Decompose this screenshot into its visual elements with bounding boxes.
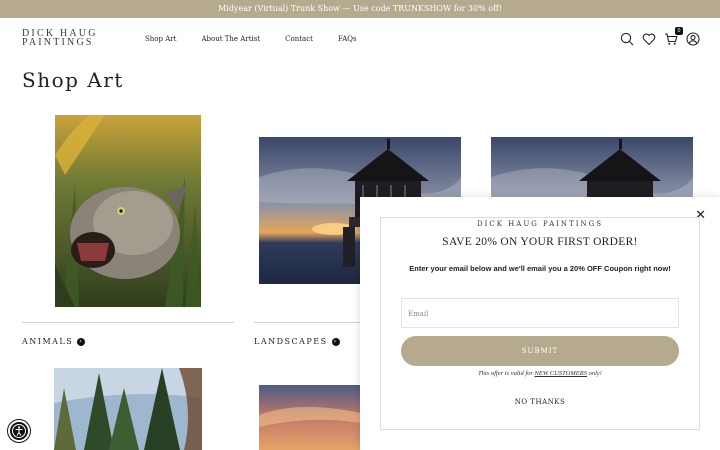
header-icons: 0 — [620, 27, 700, 46]
new-customers-link[interactable]: NEW CUSTOMERS — [535, 370, 587, 377]
fine-print-prefix: This offer is valid for — [478, 370, 535, 377]
category-divider — [22, 322, 234, 323]
main-nav: Shop Art About The Artist Contact FAQs — [145, 35, 382, 43]
category-landscapes[interactable]: LANDSCAPES › — [254, 337, 340, 346]
category-landscapes-label: LANDSCAPES — [254, 337, 328, 346]
arrow-right-icon: › — [77, 337, 86, 346]
site-logo[interactable]: DICK HAUG PAINTINGS — [22, 29, 98, 48]
logo-line-2: PAINTINGS — [22, 37, 94, 48]
arrow-right-icon: › — [331, 337, 340, 346]
painting-cougar[interactable] — [55, 115, 201, 307]
site-header: DICK HAUG PAINTINGS Shop Art About The A… — [0, 18, 720, 62]
nav-about-the-artist[interactable]: About The Artist — [201, 35, 260, 43]
search-icon[interactable] — [620, 32, 634, 46]
cart-icon[interactable]: 0 — [664, 27, 683, 46]
nav-faqs[interactable]: FAQs — [338, 35, 357, 43]
popup-body: Enter your email below and we'll email y… — [409, 264, 671, 273]
email-field[interactable]: Email — [401, 298, 679, 328]
submit-button[interactable]: SUBMIT — [401, 336, 679, 366]
category-animals-label: ANIMALS — [22, 337, 74, 346]
announcement-bar: Midyear (Virtual) Trunk Show — Use code … — [0, 0, 720, 18]
popup-brand: DICK HAUG PAINTINGS — [468, 220, 612, 228]
accessibility-icon[interactable] — [8, 420, 30, 442]
cart-count-badge: 0 — [675, 27, 683, 35]
fine-print-suffix: only! — [586, 370, 602, 377]
painting-lighthouse-2[interactable] — [491, 137, 693, 197]
account-icon[interactable] — [686, 32, 700, 46]
painting-forest[interactable] — [54, 368, 202, 450]
painting-sunset[interactable] — [259, 385, 361, 450]
page-title: Shop Art — [22, 68, 124, 92]
nav-shop-art[interactable]: Shop Art — [145, 35, 176, 43]
no-thanks-button[interactable]: NO THANKS — [381, 398, 699, 406]
category-divider — [254, 322, 360, 323]
popup-fine-print: This offer is valid for NEW CUSTOMERS on… — [381, 370, 699, 377]
heart-icon[interactable] — [642, 32, 656, 46]
popup-heading: SAVE 20% ON YOUR FIRST ORDER! — [442, 236, 638, 248]
discount-popup: ✕ DICK HAUG PAINTINGS SAVE 20% ON YOUR F… — [360, 197, 720, 450]
category-animals[interactable]: ANIMALS › — [22, 337, 86, 346]
popup-frame: DICK HAUG PAINTINGS SAVE 20% ON YOUR FIR… — [380, 217, 700, 430]
nav-contact[interactable]: Contact — [285, 35, 313, 43]
